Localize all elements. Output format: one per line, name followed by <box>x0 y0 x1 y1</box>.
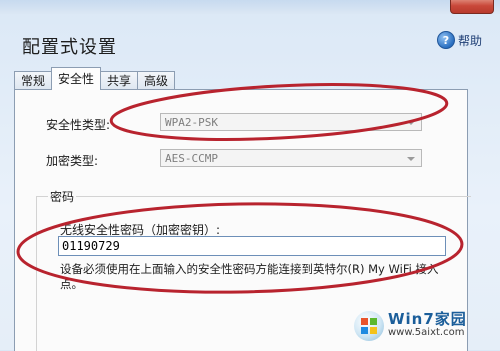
tab-bar: 常规 安全性 共享 高级 <box>14 67 176 90</box>
tab-security[interactable]: 安全性 <box>51 67 102 90</box>
watermark-title: Win7家园 <box>388 310 467 328</box>
chevron-down-icon <box>407 157 415 161</box>
password-note: 设备必须使用在上面输入的安全性密码方能连接到英特尔(R) My WiFi 接入点… <box>60 262 439 291</box>
window-title-bar <box>0 0 500 14</box>
encryption-type-value: AES-CCMP <box>165 152 218 165</box>
security-type-select[interactable]: WPA2-PSK <box>160 113 422 131</box>
password-group-title: 密码 <box>48 188 77 205</box>
encryption-type-select[interactable]: AES-CCMP <box>160 149 422 167</box>
watermark-url: www.5aixt.com <box>388 327 465 338</box>
security-type-value: WPA2-PSK <box>165 116 218 129</box>
encryption-type-label: 加密类型: <box>46 154 99 168</box>
help-link[interactable]: ? 帮助 <box>436 31 482 49</box>
tab-sharing[interactable]: 共享 <box>100 71 139 90</box>
tab-advanced[interactable]: 高级 <box>137 71 176 90</box>
help-icon: ? <box>436 31 455 49</box>
watermark: Win7家园 www.5aixt.com <box>354 306 494 346</box>
tab-general[interactable]: 常规 <box>14 71 53 90</box>
page-title: 配置式设置 <box>22 37 117 58</box>
windows-logo-icon <box>354 311 384 341</box>
chevron-down-icon <box>407 121 415 125</box>
password-input[interactable] <box>58 236 446 256</box>
help-label: 帮助 <box>457 33 482 48</box>
window-close-button[interactable] <box>450 0 494 14</box>
security-type-label: 安全性类型: <box>46 118 111 132</box>
